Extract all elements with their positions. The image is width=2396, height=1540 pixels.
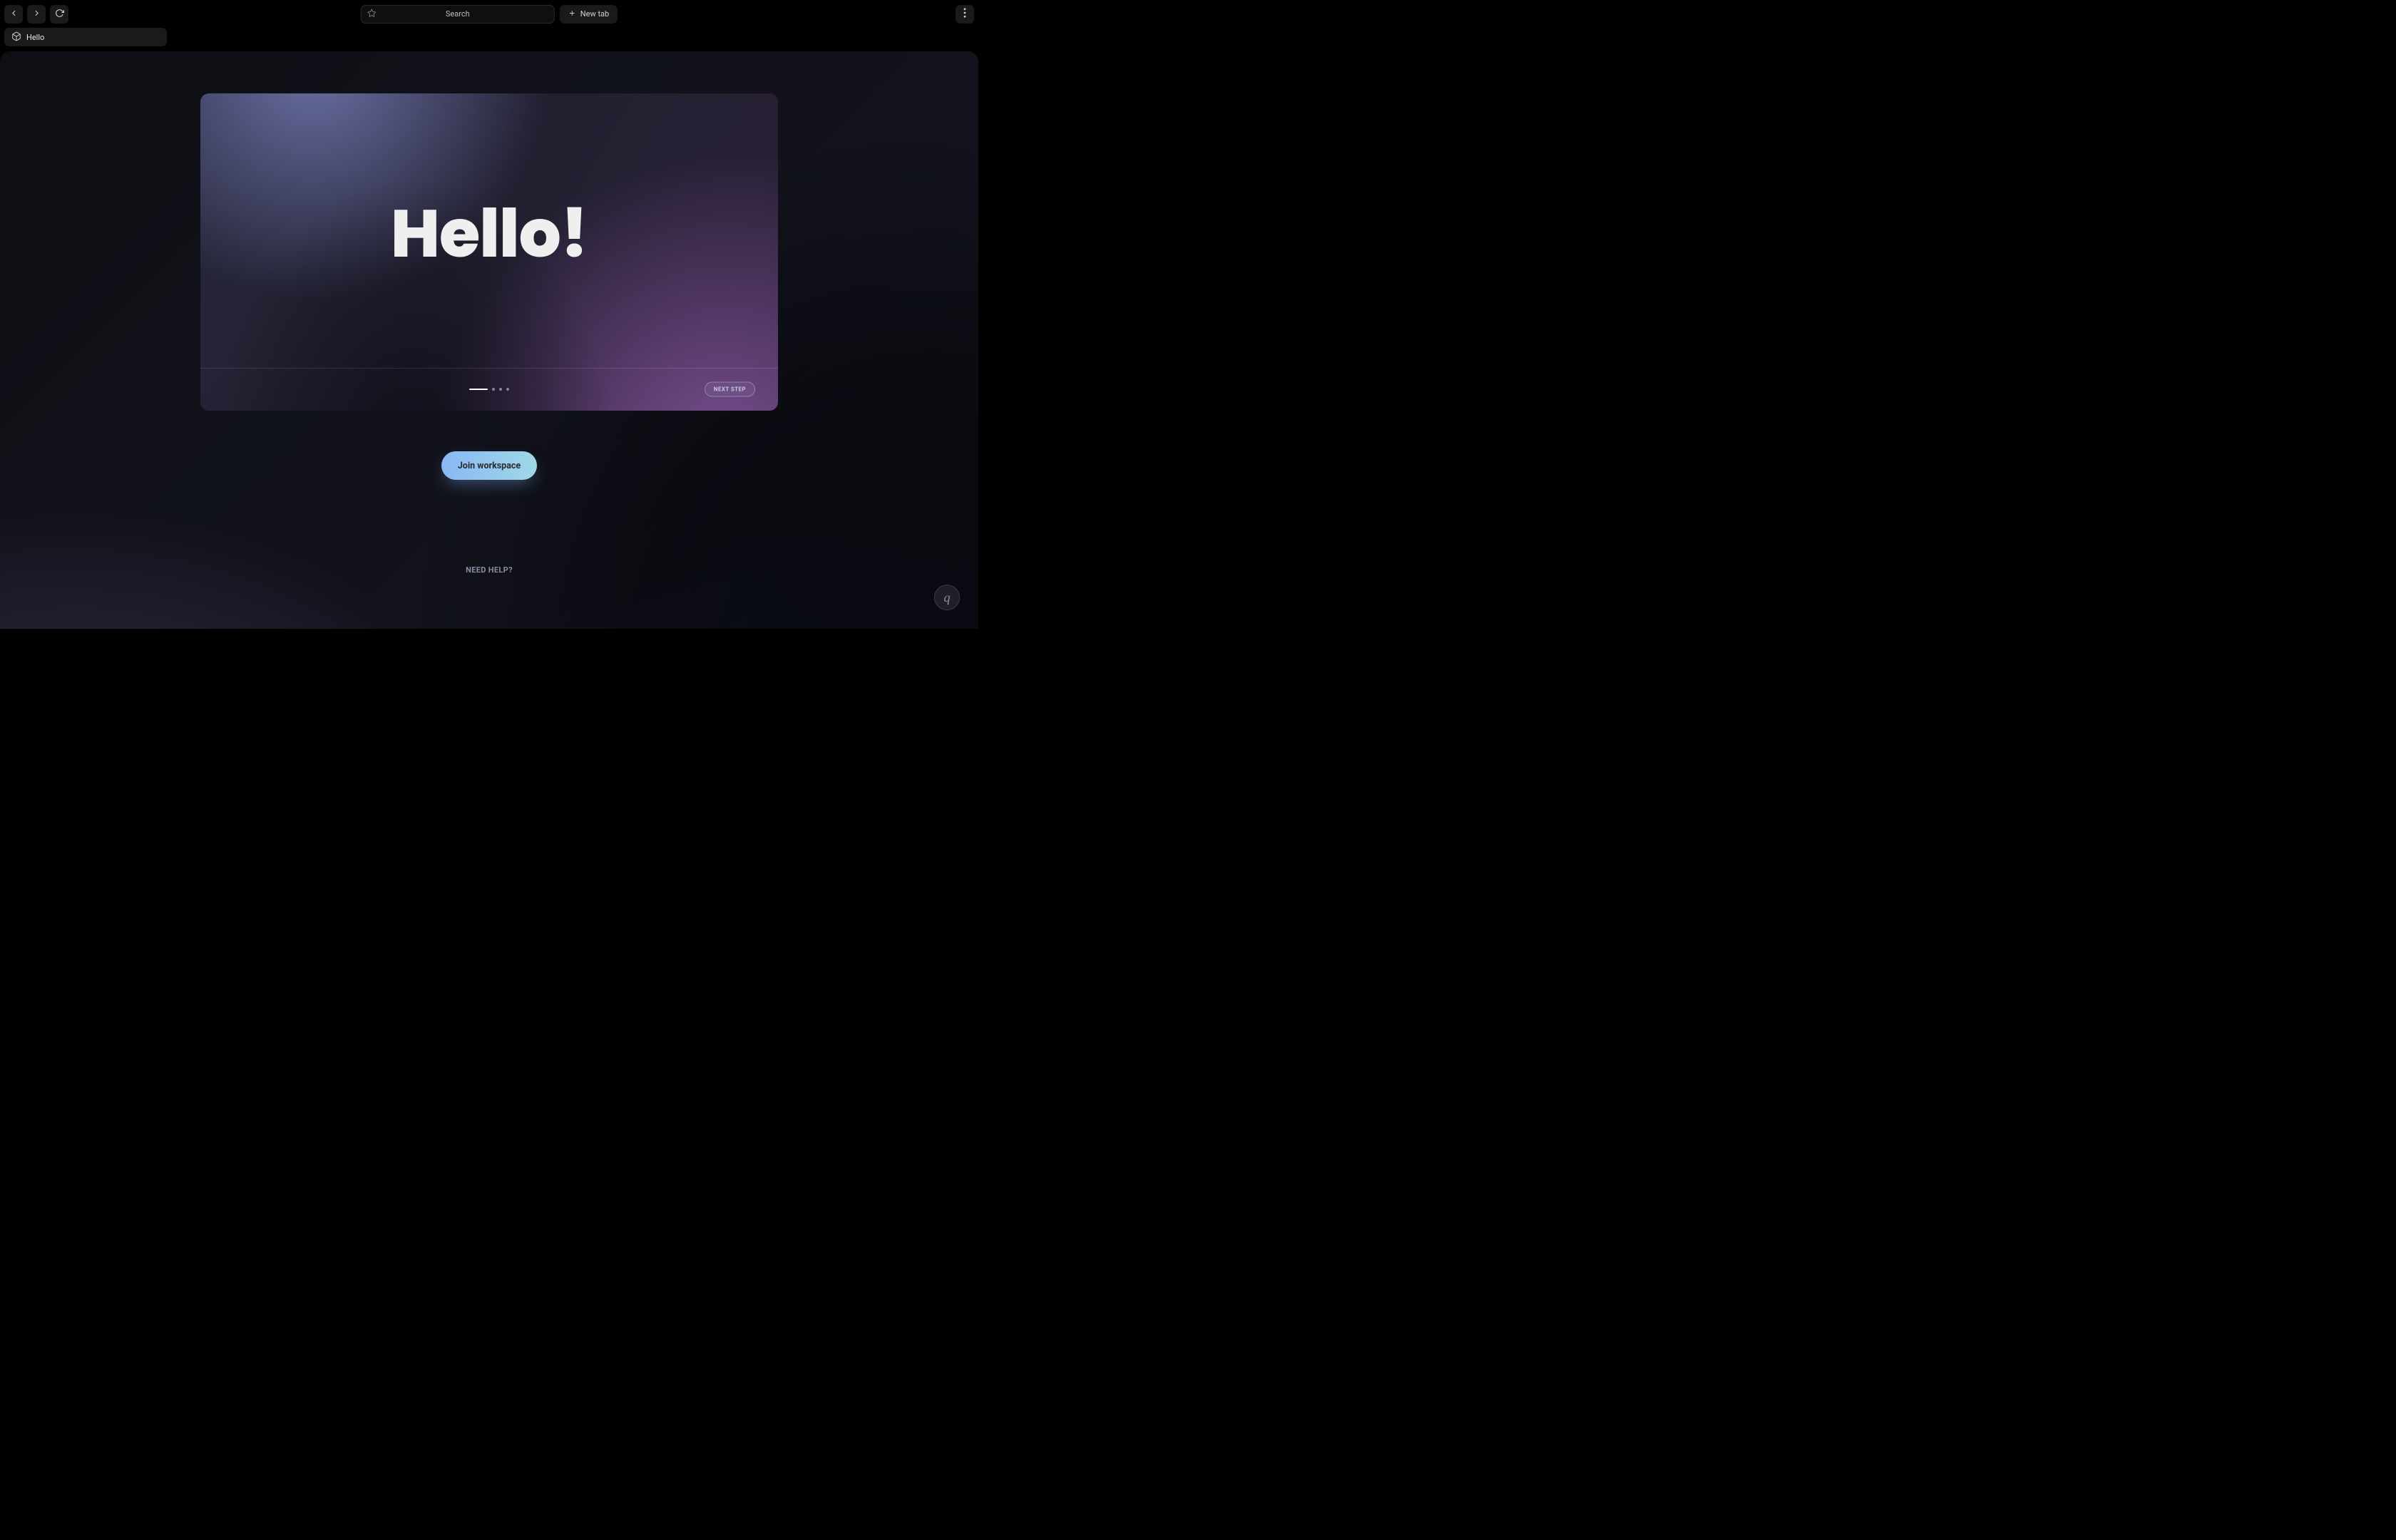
chevron-right-icon bbox=[32, 7, 41, 21]
next-step-label: NEXT STEP bbox=[714, 386, 746, 393]
join-workspace-button[interactable]: Join workspace bbox=[441, 451, 537, 480]
reload-icon bbox=[55, 7, 64, 21]
onboarding-footer: NEXT STEP bbox=[200, 368, 778, 411]
overflow-menu-button[interactable] bbox=[956, 5, 974, 24]
plus-icon bbox=[568, 9, 576, 19]
onboarding-title: Hello! bbox=[200, 200, 778, 267]
tab-hello[interactable]: Hello bbox=[4, 28, 167, 46]
forward-button[interactable] bbox=[27, 5, 46, 24]
help-fab[interactable]: q bbox=[934, 585, 960, 610]
need-help-link[interactable]: NEED HELP? bbox=[466, 565, 513, 575]
address-bar[interactable]: Search bbox=[361, 5, 555, 24]
browser-top-chrome: Search New tab bbox=[0, 0, 978, 28]
cube-icon bbox=[11, 31, 21, 43]
address-bar-group: Search New tab bbox=[361, 5, 618, 24]
kebab-icon bbox=[963, 7, 966, 21]
star-icon[interactable] bbox=[367, 9, 377, 20]
chevron-left-icon bbox=[9, 7, 19, 21]
nav-buttons bbox=[4, 5, 68, 24]
step-dot-1[interactable] bbox=[469, 389, 488, 390]
join-workspace-label: Join workspace bbox=[458, 461, 521, 471]
new-tab-button[interactable]: New tab bbox=[560, 5, 618, 24]
step-dot-2[interactable] bbox=[492, 388, 495, 391]
tab-label: Hello bbox=[26, 33, 44, 42]
step-indicator bbox=[469, 388, 509, 391]
step-dot-3[interactable] bbox=[499, 388, 502, 391]
page-content: Hello! NEXT STEP Join workspace NEED HEL… bbox=[0, 51, 978, 629]
address-bar-placeholder: Search bbox=[446, 9, 470, 19]
new-tab-label: New tab bbox=[580, 9, 609, 19]
onboarding-card: Hello! NEXT STEP bbox=[200, 93, 778, 411]
tab-strip: Hello bbox=[0, 28, 978, 46]
reload-button[interactable] bbox=[50, 5, 68, 24]
back-button[interactable] bbox=[4, 5, 23, 24]
help-fab-glyph: q bbox=[944, 590, 951, 605]
step-dot-4[interactable] bbox=[506, 388, 509, 391]
need-help-label: NEED HELP? bbox=[466, 565, 513, 575]
next-step-button[interactable]: NEXT STEP bbox=[705, 382, 755, 397]
